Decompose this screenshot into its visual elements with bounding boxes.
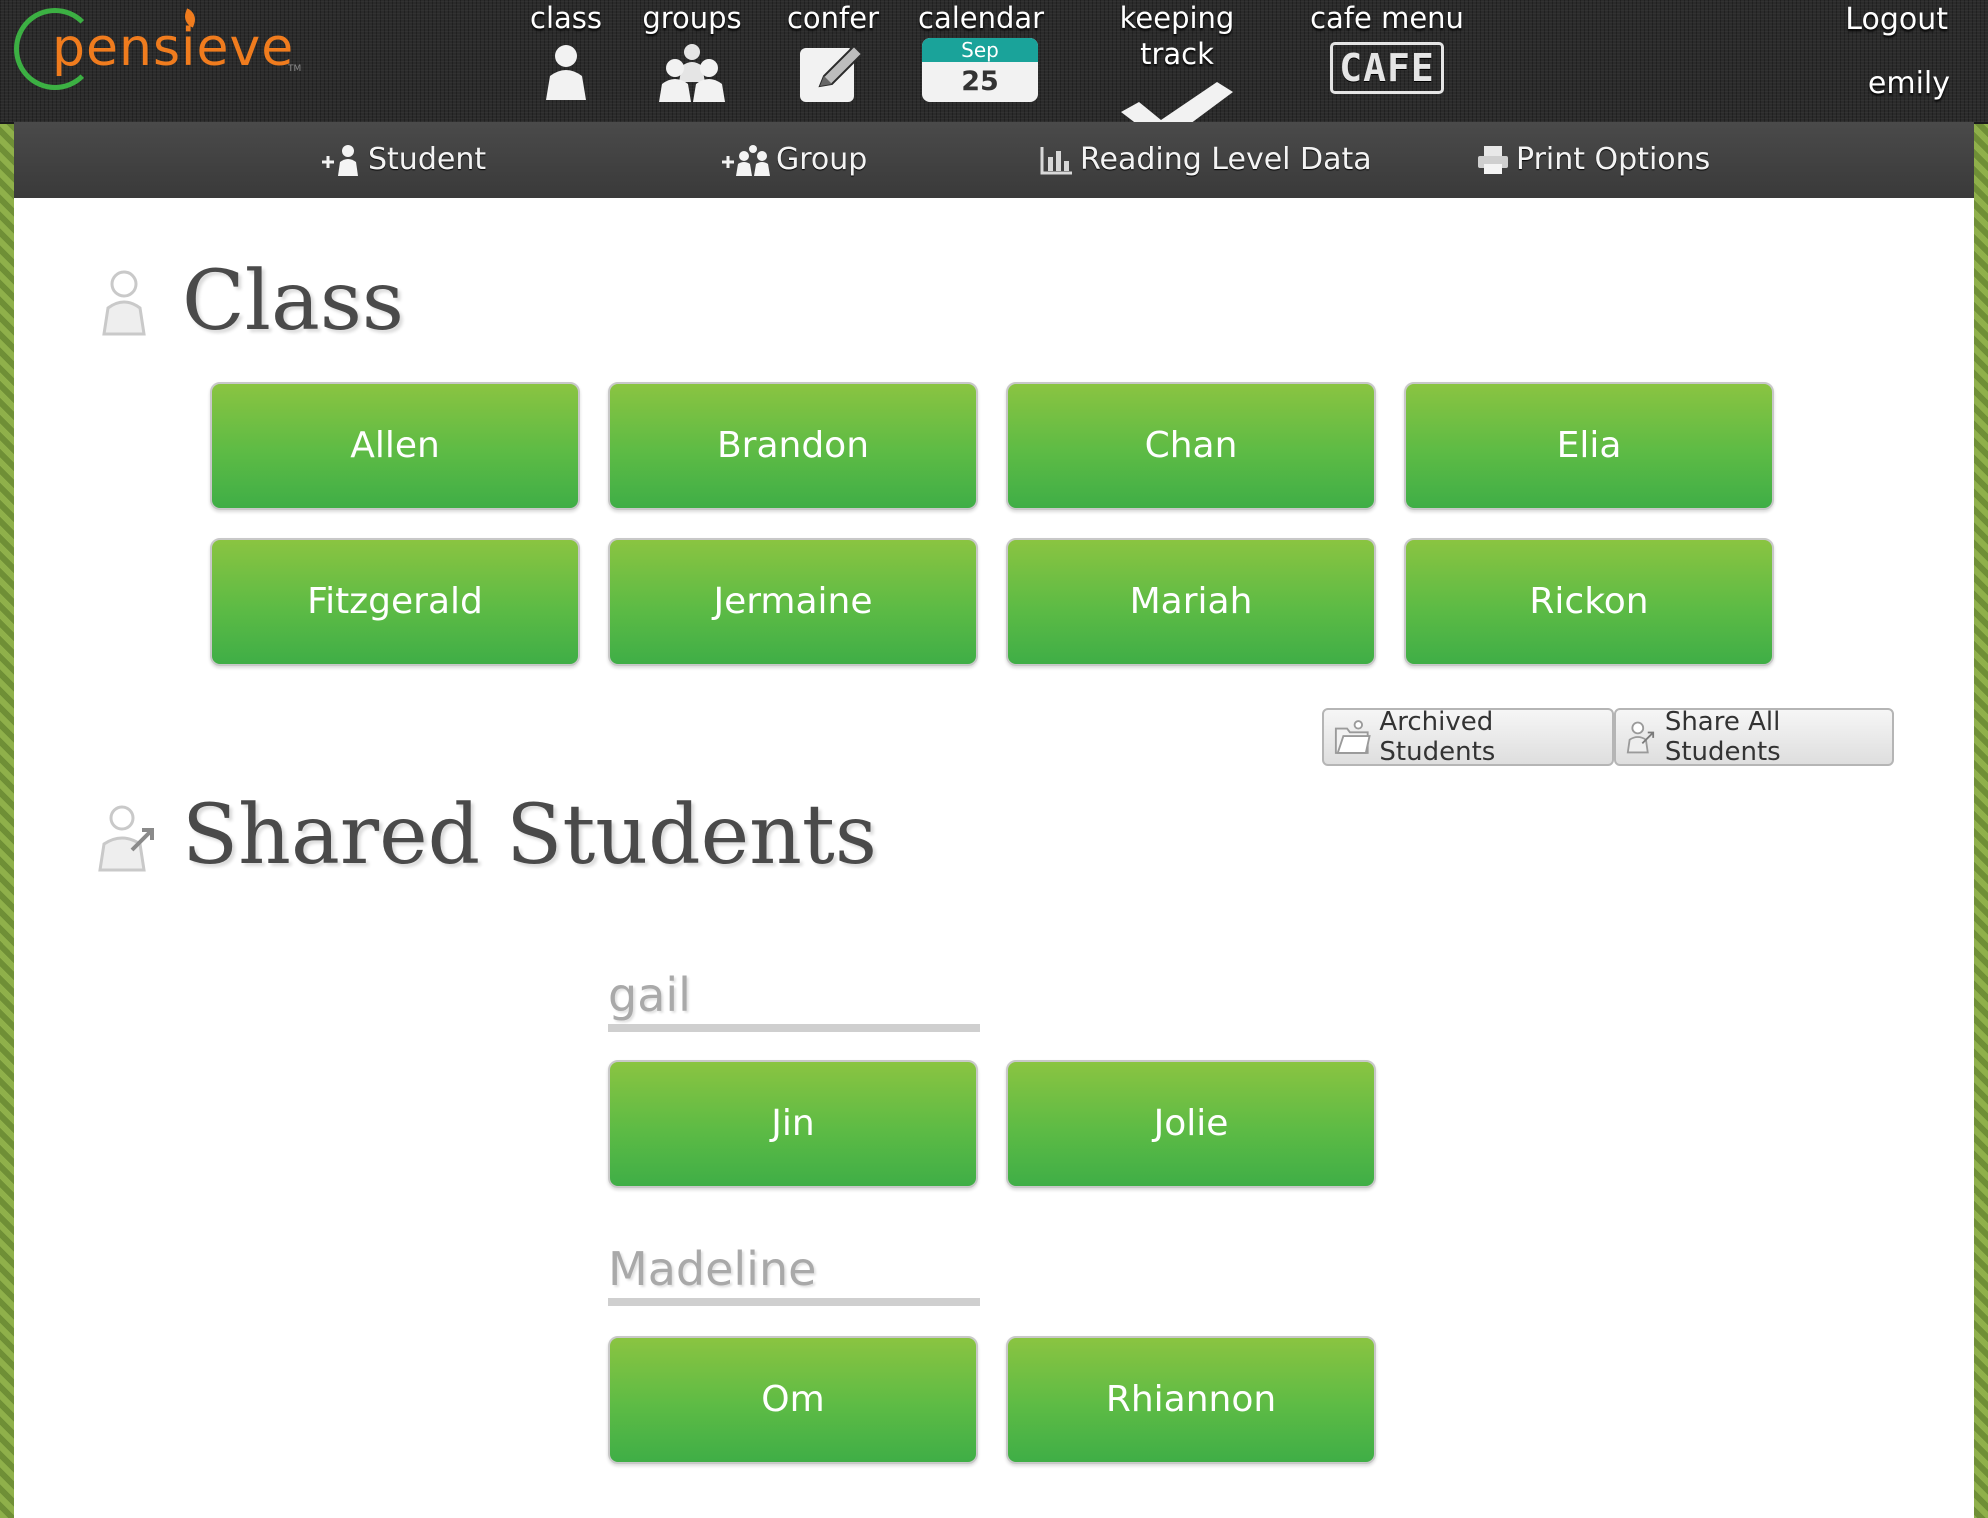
calendar-day: 25 xyxy=(961,66,999,97)
student-button-jolie[interactable]: Jolie xyxy=(1006,1060,1376,1188)
student-button-rickon[interactable]: Rickon xyxy=(1404,538,1774,666)
student-button-fitzgerald[interactable]: Fitzgerald xyxy=(210,538,580,666)
pencil-note-icon xyxy=(800,44,864,102)
pensieve-logo[interactable]: pensieve TM xyxy=(14,8,301,98)
add-group-label: Group xyxy=(776,142,868,177)
reading-level-data-button[interactable]: Reading Level Data xyxy=(1040,122,1372,198)
add-group-icon xyxy=(722,145,770,176)
printer-icon xyxy=(1478,146,1508,174)
logout-link[interactable]: Logout xyxy=(1845,2,1948,37)
nav-keeping-track[interactable]: keeping track xyxy=(1080,0,1274,144)
print-options-label: Print Options xyxy=(1516,142,1711,177)
student-button-om[interactable]: Om xyxy=(608,1336,978,1464)
owner-label-gail: gail xyxy=(608,968,980,1032)
nav-keeping-track-label: keeping track xyxy=(1119,1,1235,71)
student-button-mariah[interactable]: Mariah xyxy=(1006,538,1376,666)
calendar-month: Sep xyxy=(922,38,1038,62)
reading-level-data-label: Reading Level Data xyxy=(1080,142,1372,177)
cafe-icon: CAFE xyxy=(1330,42,1444,94)
add-group-button[interactable]: Group xyxy=(720,122,867,198)
trademark-mark: TM xyxy=(288,64,302,74)
logo-text: pensieve xyxy=(52,18,295,78)
student-button-jin[interactable]: Jin xyxy=(608,1060,978,1188)
share-all-students-label: Share All Students xyxy=(1664,707,1781,767)
add-student-button[interactable]: Student xyxy=(320,122,486,198)
calendar-icon: Sep 25 xyxy=(922,38,1038,102)
student-button-brandon[interactable]: Brandon xyxy=(608,382,978,510)
add-student-label: Student xyxy=(368,142,487,177)
archived-students-label: Archived Students xyxy=(1379,707,1496,767)
shared-students-title: Shared Students xyxy=(182,788,877,883)
nav-groups-label: groups xyxy=(642,1,742,35)
class-title: Class xyxy=(182,254,405,349)
share-person-icon xyxy=(1626,721,1655,754)
owner-label-madeline: Madeline xyxy=(608,1242,980,1306)
class-person-icon xyxy=(102,270,146,336)
nav-class[interactable]: class xyxy=(516,0,616,110)
share-all-students-button[interactable]: Share All Students xyxy=(1614,707,1894,767)
add-person-icon xyxy=(322,145,358,176)
student-button-jermaine[interactable]: Jermaine xyxy=(608,538,978,666)
nav-confer[interactable]: confer xyxy=(778,0,888,110)
nav-calendar-label: calendar xyxy=(918,1,1045,35)
archived-students-button[interactable]: Archived Students xyxy=(1322,707,1614,767)
student-button-allen[interactable]: Allen xyxy=(210,382,580,510)
nav-class-label: class xyxy=(530,1,602,35)
nav-cafe-menu-label: cafe menu xyxy=(1310,1,1464,35)
nav-groups[interactable]: groups xyxy=(636,0,748,110)
nav-confer-label: confer xyxy=(786,1,880,35)
bar-chart-icon xyxy=(1040,147,1072,175)
person-icon xyxy=(546,45,586,100)
nav-calendar[interactable]: calendar Sep 25 xyxy=(918,0,1045,110)
nav-cafe-menu[interactable]: cafe menu CAFE xyxy=(1310,0,1464,110)
top-bar: pensieve TM class groups confer calendar… xyxy=(0,0,1988,144)
group-icon xyxy=(659,44,725,102)
sub-nav-bar: Student Group Reading Level Data Print O… xyxy=(14,122,1974,198)
print-options-button[interactable]: Print Options xyxy=(1476,122,1710,198)
main-content: Class Allen Brandon Chan Elia Fitzgerald… xyxy=(14,198,1974,1518)
student-button-chan[interactable]: Chan xyxy=(1006,382,1376,510)
student-button-rhiannon[interactable]: Rhiannon xyxy=(1006,1336,1376,1464)
shared-students-icon xyxy=(98,805,154,872)
student-button-elia[interactable]: Elia xyxy=(1404,382,1774,510)
folder-icon xyxy=(1334,720,1371,754)
username: emily xyxy=(1867,66,1950,101)
